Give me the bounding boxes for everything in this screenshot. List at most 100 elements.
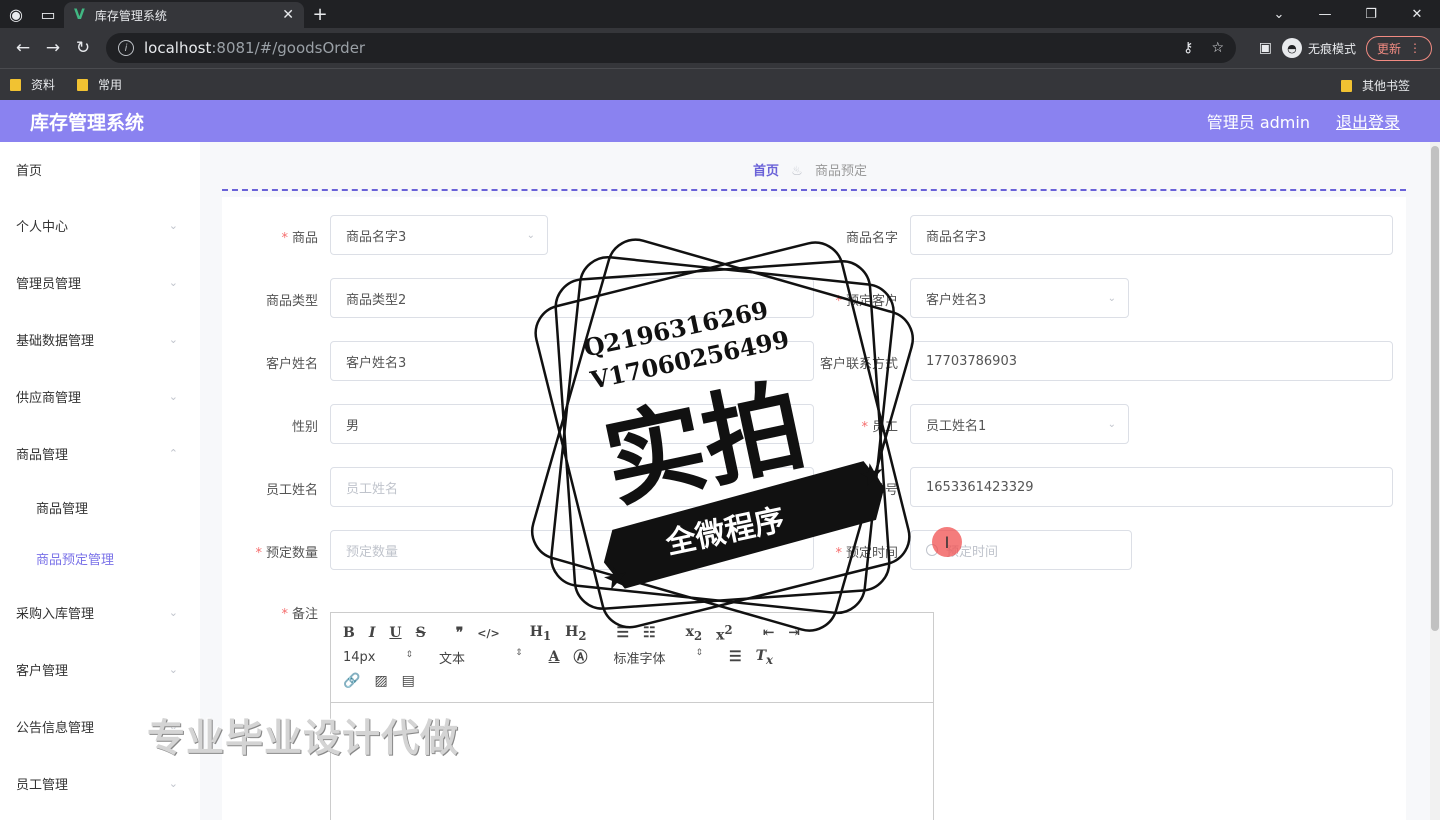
folder-icon <box>77 78 89 91</box>
scrollbar-thumb[interactable] <box>1431 146 1439 631</box>
side-panel-icon[interactable]: ▣ <box>1259 40 1272 56</box>
underline-icon[interactable]: U <box>389 625 401 641</box>
gender-field[interactable]: 男 <box>330 404 814 444</box>
close-icon[interactable]: ✕ <box>282 7 294 23</box>
strike-icon[interactable]: S <box>416 625 426 641</box>
url-host: localhost <box>144 39 212 57</box>
customer-name-field[interactable]: 客户姓名3 <box>330 341 814 381</box>
text-color-icon[interactable]: A <box>549 649 560 665</box>
browser-tabbar: ◉ ▭ V 库存管理系统 ✕ + ⌄ — ❐ ✕ <box>0 0 1440 28</box>
incognito-indicator[interactable]: ◓ 无痕模式 <box>1281 38 1356 58</box>
new-tab-icon[interactable]: + <box>304 0 336 28</box>
sidebar-item-customer[interactable]: 客户管理 ⌄ <box>0 641 200 698</box>
staff-select[interactable]: 员工姓名1 ⌄ <box>910 404 1129 444</box>
block-type-value: 文本 <box>439 651 466 667</box>
link-icon[interactable]: 🔗 <box>343 673 360 689</box>
sidebar-item-goods[interactable]: 商品管理 ⌃ <box>0 425 200 482</box>
info-icon[interactable]: i <box>118 40 134 56</box>
font-size-select[interactable]: 14px ⇕ <box>343 650 413 665</box>
bullet-list-icon[interactable]: ☷ <box>643 625 656 641</box>
window-controls: ⌄ — ❐ ✕ <box>1256 0 1440 28</box>
sidebar-item-label: 个人中心 <box>16 220 69 235</box>
sidebar-item-label: 基础数据管理 <box>16 334 95 349</box>
bookmark-folder[interactable]: 资料 <box>10 76 55 93</box>
h2-icon[interactable]: H2 <box>565 624 586 643</box>
back-icon[interactable]: ← <box>8 33 38 63</box>
bookmark-label: 常用 <box>98 78 123 92</box>
sidebar-item-basic-data[interactable]: 基础数据管理 ⌄ <box>0 311 200 368</box>
h1-icon[interactable]: H1 <box>530 624 551 643</box>
sidebar-subitem-goods[interactable]: 商品管理 <box>0 482 200 533</box>
contact-field[interactable]: 17703786903 <box>910 341 1393 381</box>
goods-name-field[interactable]: 商品名字3 <box>910 215 1393 255</box>
sidebar-item-admin[interactable]: 管理员管理 ⌄ <box>0 254 200 311</box>
video-icon[interactable]: ▤ <box>402 673 415 689</box>
italic-icon[interactable]: I <box>369 625 376 641</box>
logout-link[interactable]: 退出登录 <box>1336 109 1400 133</box>
key-icon[interactable]: ⚷ <box>1183 40 1193 56</box>
restore-icon[interactable]: ❐ <box>1348 0 1394 28</box>
subscript-icon[interactable]: x2 <box>686 624 702 643</box>
font-size-value: 14px <box>343 649 376 665</box>
chevron-up-icon: ⌃ <box>168 447 178 460</box>
goods-select-value: 商品名字3 <box>346 229 407 245</box>
minimize-icon[interactable]: — <box>1302 0 1348 28</box>
staff-label: * 员工 <box>861 420 898 435</box>
bookmark-folder[interactable]: 常用 <box>77 76 122 93</box>
indent-icon[interactable]: ⇥ <box>788 625 800 641</box>
address-bar[interactable]: i localhost:8081/#/goodsOrder ⚷ ☆ <box>106 33 1236 63</box>
code-icon[interactable]: </> <box>477 627 499 640</box>
reload-icon[interactable]: ↻ <box>68 33 98 63</box>
staff-name-input[interactable]: 员工姓名 <box>330 467 814 507</box>
sidebar-item-supplier[interactable]: 供应商管理 ⌄ <box>0 368 200 425</box>
goods-type-field[interactable]: 商品类型2 <box>330 278 814 318</box>
background-color-icon[interactable]: Ⓐ <box>573 647 587 667</box>
star-icon[interactable]: ☆ <box>1211 40 1224 56</box>
chevron-down-icon: ⌄ <box>526 229 535 241</box>
gender-label: 性别 <box>291 420 318 435</box>
superscript-icon[interactable]: x2 <box>716 623 732 644</box>
align-icon[interactable]: ☰ <box>729 649 742 665</box>
clear-format-icon[interactable]: Tx <box>756 648 773 667</box>
folder-icon <box>10 78 21 91</box>
close-window-icon[interactable]: ✕ <box>1394 0 1440 28</box>
font-family-select[interactable]: 标准字体 ⇕ <box>613 648 703 667</box>
block-type-select[interactable]: 文本 ⇕ <box>439 648 523 667</box>
globe-icon[interactable]: ◉ <box>0 0 32 28</box>
contact-label: 客户联系方式 <box>819 357 898 372</box>
bold-icon[interactable]: B <box>343 625 355 641</box>
sidebar-item-label: 员工管理 <box>16 778 69 793</box>
image-icon[interactable]: ▨ <box>374 673 387 689</box>
app-title: 库存管理系统 <box>30 111 145 134</box>
folder-icon <box>1340 79 1352 92</box>
other-bookmarks[interactable]: 其他书签 <box>1340 77 1410 94</box>
sidebar-item-label: 商品管理 <box>16 448 69 463</box>
browser-tab[interactable]: V 库存管理系统 ✕ <box>64 2 304 28</box>
customer-select[interactable]: 客户姓名3 ⌄ <box>910 278 1129 318</box>
blockquote-icon[interactable]: ❞ <box>456 625 464 641</box>
browser-toolbar: ← → ↻ i localhost:8081/#/goodsOrder ⚷ ☆ … <box>0 28 1440 68</box>
sidebar-item-purchase[interactable]: 采购入库管理 ⌄ <box>0 584 200 641</box>
sidebar-item-label: 首页 <box>16 164 43 179</box>
goods-select[interactable]: 商品名字3 ⌄ <box>330 215 548 255</box>
outdent-icon[interactable]: ⇤ <box>763 625 775 641</box>
updown-icon: ⇕ <box>695 647 704 658</box>
breadcrumb-home[interactable]: 首页 <box>753 164 779 179</box>
order-no-field[interactable]: 1653361423329 <box>910 467 1393 507</box>
update-button[interactable]: 更新 ⋮ <box>1365 35 1432 61</box>
chevron-down-icon[interactable]: ⌄ <box>1256 0 1302 28</box>
update-label: 更新 <box>1376 41 1401 56</box>
goods-type-value: 商品类型2 <box>346 292 407 308</box>
chevron-down-icon: ⌄ <box>168 606 178 619</box>
forward-icon[interactable]: → <box>38 33 68 63</box>
goods-name-label: 商品名字 <box>845 231 898 246</box>
sidebar-subitem-goods-order[interactable]: 商品预定管理 <box>0 533 200 584</box>
staff-select-value: 员工姓名1 <box>926 418 987 434</box>
sidebar-item-profile[interactable]: 个人中心 ⌄ <box>0 197 200 254</box>
ordered-list-icon[interactable]: ☰ <box>616 625 629 641</box>
qty-input[interactable]: 预定数量 <box>330 530 814 570</box>
sidebar-item-home[interactable]: 首页 <box>0 142 200 197</box>
chevron-down-icon: ⌄ <box>168 777 178 790</box>
tab-search-icon[interactable]: ▭ <box>32 0 64 28</box>
sidebar-item-staff[interactable]: 员工管理 ⌄ <box>0 755 200 812</box>
